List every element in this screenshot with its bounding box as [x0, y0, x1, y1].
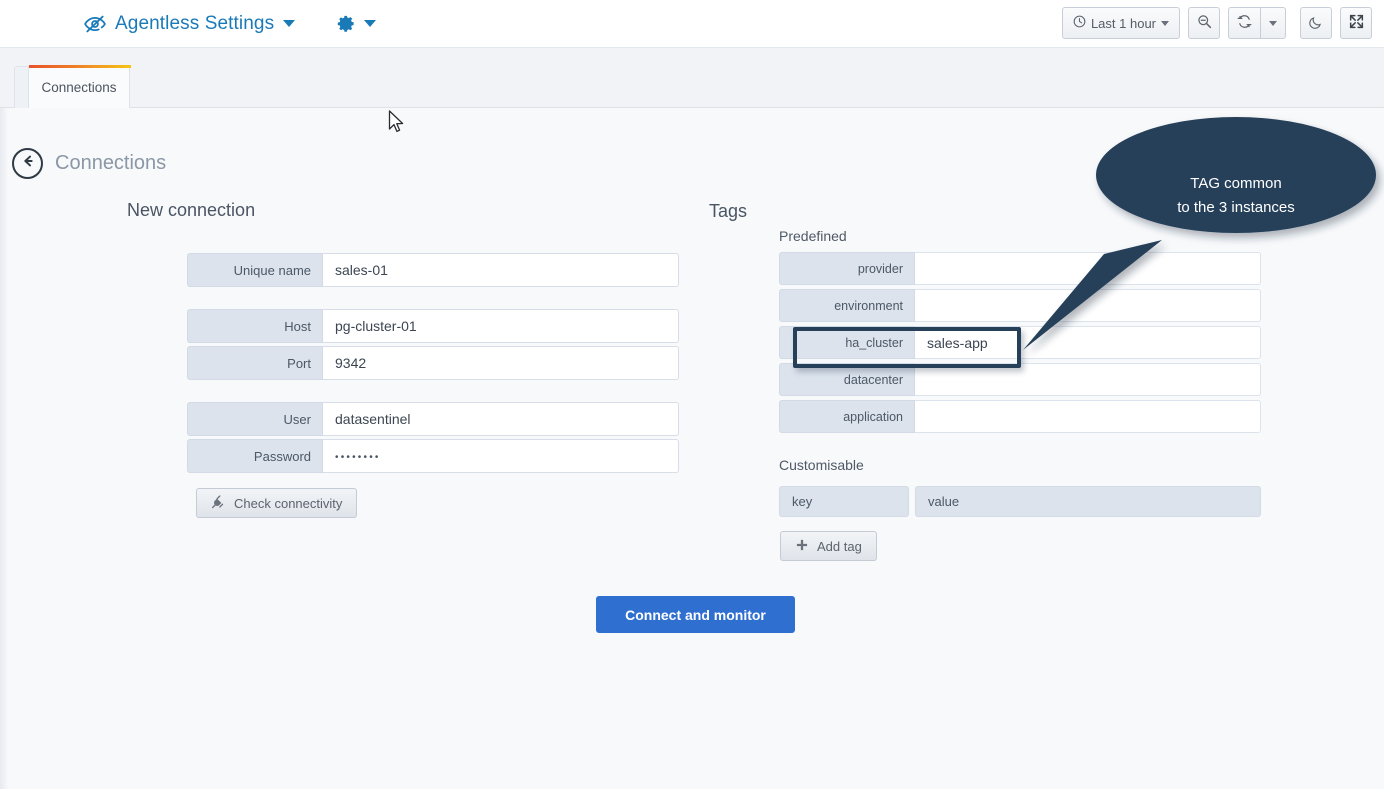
time-range-picker[interactable]: Last 1 hour [1061, 7, 1180, 39]
unique-name-input[interactable]: sales-01 [323, 253, 679, 287]
page-title: Connections [55, 152, 167, 174]
annotation-line-2: to the 3 instances [1177, 199, 1295, 216]
chevron-down-icon [1269, 20, 1277, 26]
host-input[interactable]: pg-cluster-01 [323, 309, 679, 343]
predefined-title: Predefined [779, 228, 847, 244]
tag-value-input-datacenter[interactable] [915, 363, 1261, 396]
tag-key-label: provider [779, 252, 915, 285]
tag-row: ha_cluster sales-app [779, 326, 1261, 359]
annotation-callout-text: TAG common to the 3 instances [1130, 172, 1342, 220]
customisable-value-header: value [915, 486, 1261, 517]
eye-slash-icon [84, 15, 106, 33]
tab-connections[interactable]: Connections [28, 65, 131, 108]
connect-and-monitor-button[interactable]: Connect and monitor [596, 596, 795, 633]
refresh-interval-dropdown[interactable] [1260, 7, 1286, 39]
field-user: User datasentinel [187, 402, 679, 436]
clock-icon [1073, 15, 1086, 31]
moon-icon [1308, 14, 1324, 33]
tag-value-input-provider[interactable] [915, 252, 1261, 285]
tag-row: environment [779, 289, 1261, 322]
brand-menu[interactable]: Agentless Settings [84, 12, 296, 35]
arrow-left-circle-icon [20, 153, 36, 174]
dark-mode-button[interactable] [1300, 7, 1332, 39]
tab-strip: Connections [0, 48, 1384, 108]
refresh-icon [1237, 14, 1252, 32]
tag-value-input-ha-cluster[interactable]: sales-app [915, 326, 1261, 359]
tab-active-accent [29, 65, 131, 68]
annotation-line-1: TAG common [1190, 175, 1282, 192]
fullscreen-button[interactable] [1340, 7, 1372, 39]
field-label: Unique name [187, 253, 323, 287]
settings-menu[interactable] [337, 14, 377, 33]
plus-icon [795, 538, 809, 555]
customisable-title: Customisable [779, 457, 864, 473]
field-unique-name: Unique name sales-01 [187, 253, 679, 287]
connect-and-monitor-label: Connect and monitor [625, 606, 766, 623]
user-input[interactable]: datasentinel [323, 402, 679, 436]
refresh-group [1228, 7, 1286, 39]
tag-key-label: ha_cluster [779, 326, 915, 359]
zoom-out-icon [1197, 14, 1212, 32]
field-port: Port 9342 [187, 346, 679, 380]
tag-row: datacenter [779, 363, 1261, 396]
field-label: User [187, 402, 323, 436]
refresh-button[interactable] [1228, 7, 1260, 39]
chevron-down-icon [283, 20, 296, 27]
customisable-header-row: key value [779, 486, 1261, 517]
breadcrumb: Connections [12, 148, 166, 179]
add-tag-label: Add tag [817, 538, 862, 554]
password-input[interactable]: •••••••• [323, 439, 679, 473]
chevron-down-icon [364, 20, 377, 27]
expand-icon [1349, 14, 1364, 32]
tag-value-input-environment[interactable] [915, 289, 1261, 322]
field-label: Port [187, 346, 323, 380]
tab-label: Connections [41, 79, 117, 95]
brand-label: Agentless Settings [115, 12, 275, 34]
top-bar: Agentless Settings Last 1 hour [0, 0, 1384, 48]
check-connectivity-button[interactable]: Check connectivity [196, 488, 358, 518]
field-label: Password [187, 439, 323, 473]
page-left-rail [0, 108, 8, 789]
tag-row: provider [779, 252, 1261, 285]
port-input[interactable]: 9342 [323, 346, 679, 380]
back-button[interactable] [12, 148, 43, 179]
tags-title: Tags [709, 201, 748, 221]
tag-value-input-application[interactable] [915, 400, 1261, 433]
plug-icon [211, 494, 226, 512]
field-label: Host [187, 309, 323, 343]
app-root: Agentless Settings Last 1 hour Connectio… [0, 0, 1384, 789]
new-connection-title: New connection [127, 200, 256, 220]
field-host: Host pg-cluster-01 [187, 309, 679, 343]
check-connectivity-label: Check connectivity [234, 495, 343, 511]
field-password: Password •••••••• [187, 439, 679, 473]
tag-key-label: application [779, 400, 915, 433]
tag-key-label: environment [779, 289, 915, 322]
add-tag-button[interactable]: Add tag [780, 531, 877, 561]
customisable-key-header: key [779, 486, 909, 517]
gear-icon [337, 14, 356, 33]
tag-key-label: datacenter [779, 363, 915, 396]
time-range-label: Last 1 hour [1090, 15, 1156, 31]
chevron-down-icon [1161, 20, 1169, 26]
tag-row: application [779, 400, 1261, 433]
toolbar: Last 1 hour [1061, 7, 1372, 39]
zoom-out-button[interactable] [1188, 7, 1220, 39]
